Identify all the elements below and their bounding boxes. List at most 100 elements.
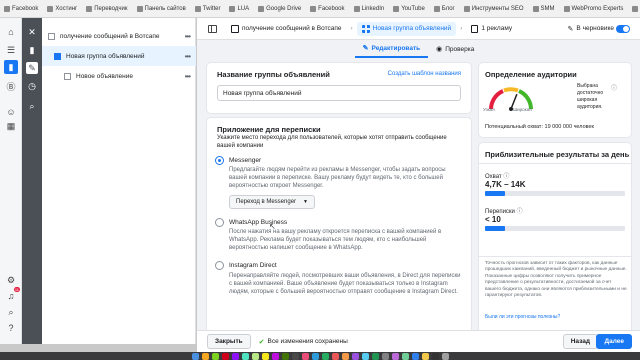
- bookmark-item[interactable]: Инструменты SEO: [463, 5, 524, 12]
- adset-toggle[interactable]: [616, 25, 630, 33]
- tab-preview[interactable]: ◉ Проверка: [428, 40, 482, 58]
- reach-value: 4,7K – 14K: [485, 180, 526, 189]
- more-icon[interactable]: •••: [185, 32, 191, 41]
- info-icon[interactable]: ⓘ: [517, 209, 523, 215]
- home-icon[interactable]: ⌂: [5, 26, 17, 38]
- dock-app-icon[interactable]: [421, 353, 429, 360]
- more-icon[interactable]: •••: [185, 52, 191, 61]
- create-name-template-link[interactable]: Создать шаблон названия: [388, 71, 461, 77]
- chart-icon[interactable]: ▮: [4, 60, 18, 74]
- bookmark-label: WebPromo Experts: [571, 5, 624, 12]
- dock-app-icon[interactable]: [261, 353, 269, 360]
- bookmark-label: Facebook: [12, 5, 39, 12]
- tree-item-label: Новая группа объявлений: [66, 52, 145, 60]
- bookmark-item[interactable]: Хостинг: [47, 5, 77, 12]
- dock-app-icon[interactable]: [291, 353, 299, 360]
- breadcrumb-campaign[interactable]: получение сообщений в Вотсапе: [226, 22, 346, 36]
- bookmark-item[interactable]: WebPromo Experts: [563, 5, 624, 12]
- tree-item-label: получение сообщений в Вотсапе: [60, 32, 160, 40]
- menu-icon[interactable]: ☰: [5, 44, 17, 56]
- dock-app-icon[interactable]: [281, 353, 289, 360]
- save-status: Все изменения сохранены: [267, 338, 348, 345]
- forecast-feedback-link[interactable]: Были ли эти прогнозы полезны?: [485, 314, 560, 320]
- bookmark-label: LinkedIn: [361, 5, 385, 12]
- dock-app-icon[interactable]: [391, 353, 399, 360]
- bookmark-item[interactable]: Панель сайтов: [136, 5, 186, 12]
- grid-icon[interactable]: ▦: [5, 120, 17, 132]
- notifications-icon[interactable]: ♫ 11: [5, 287, 20, 302]
- bookmark-item[interactable]: Google Диск: [632, 5, 640, 12]
- whatsapp-radio[interactable]: [215, 218, 224, 227]
- close-button[interactable]: Закрыть: [207, 334, 251, 349]
- clock-icon[interactable]: ◷: [26, 80, 38, 92]
- dock-app-icon[interactable]: [271, 353, 279, 360]
- dock-app-icon[interactable]: [221, 353, 229, 360]
- dock-app-icon[interactable]: [191, 353, 199, 360]
- messenger-radio[interactable]: [215, 156, 224, 165]
- bookmark-item[interactable]: Facebook: [310, 5, 345, 12]
- bookmark-item[interactable]: Блог: [433, 5, 455, 12]
- back-button[interactable]: Назад: [562, 334, 598, 349]
- campaign-checkbox[interactable]: [48, 32, 55, 40]
- dock-app-icon[interactable]: [411, 353, 419, 360]
- settings-icon[interactable]: ⚙: [5, 274, 17, 286]
- messenger-destination-dropdown[interactable]: Переход в Messenger ▼: [229, 195, 315, 209]
- bookmark-item[interactable]: SMM: [532, 5, 555, 12]
- bookmark-favicon-icon: [563, 5, 570, 12]
- tree-item-campaign[interactable]: получение сообщений в Вотсапе •••: [42, 26, 196, 46]
- instagram-radio[interactable]: [215, 261, 224, 270]
- ad-checkbox[interactable]: [64, 72, 71, 80]
- adset-name-input[interactable]: Новая группа объявлений: [217, 85, 461, 101]
- dock-app-icon[interactable]: [401, 353, 409, 360]
- adset-checkbox[interactable]: [54, 52, 61, 60]
- dock-app-icon[interactable]: [251, 353, 259, 360]
- dock-app-icon[interactable]: [441, 353, 449, 360]
- bookmark-favicon-icon: [310, 5, 317, 12]
- pencil-icon: ✎: [567, 25, 574, 33]
- bookmark-item[interactable]: Google Drive: [258, 5, 301, 12]
- tree-item-adset[interactable]: Новая группа объявлений •••: [42, 46, 196, 66]
- bookmark-item[interactable]: Facebook: [4, 5, 39, 12]
- dock-app-icon[interactable]: [381, 353, 389, 360]
- bookmark-item[interactable]: Переводчик: [86, 5, 128, 12]
- info-icon[interactable]: ⓘ: [611, 83, 617, 92]
- breadcrumb-adset[interactable]: Новая группа объявлений: [356, 21, 457, 36]
- bookmark-item[interactable]: LUA: [229, 5, 249, 12]
- bookmark-label: SMM: [540, 5, 555, 12]
- dock-app-icon[interactable]: [201, 353, 209, 360]
- bookmark-item[interactable]: Twitter: [194, 5, 220, 12]
- dock-app-icon[interactable]: [331, 353, 339, 360]
- dock-app-icon[interactable]: [211, 353, 219, 360]
- bookmark-label: Переводчик: [94, 5, 128, 12]
- more-icon[interactable]: •••: [185, 72, 191, 81]
- dock-app-icon[interactable]: [361, 353, 369, 360]
- search-icon[interactable]: ⌕: [5, 306, 17, 318]
- chart-icon[interactable]: ▮: [26, 44, 38, 56]
- bookmark-item[interactable]: YouTube: [393, 5, 425, 12]
- breadcrumb-ad[interactable]: 1 рекламу: [466, 22, 517, 36]
- dock-app-icon[interactable]: [231, 353, 239, 360]
- dock-app-icon[interactable]: [241, 353, 249, 360]
- account-b-icon[interactable]: Ⓑ: [5, 80, 17, 92]
- zoom-icon[interactable]: ⌕: [26, 100, 38, 112]
- dock-app-icon[interactable]: [311, 353, 319, 360]
- layout-toggle-icon[interactable]: [208, 24, 217, 33]
- bookmark-item[interactable]: LinkedIn: [353, 5, 385, 12]
- dock-app-icon[interactable]: [351, 353, 359, 360]
- bookmark-favicon-icon: [194, 5, 201, 12]
- dock-app-icon[interactable]: [431, 353, 439, 360]
- dock-app-icon[interactable]: [341, 353, 349, 360]
- dock-app-icon[interactable]: [371, 353, 379, 360]
- tree-item-label: Новое объявление: [76, 72, 133, 80]
- help-icon[interactable]: ?: [5, 322, 17, 334]
- edit-icon[interactable]: ✎: [26, 62, 38, 74]
- tree-item-ad[interactable]: Новое объявление •••: [42, 66, 196, 86]
- dock-app-icon[interactable]: [301, 353, 309, 360]
- bookmark-label: Панель сайтов: [144, 5, 186, 12]
- conversations-bar: [485, 226, 625, 231]
- smiley-icon[interactable]: ☺: [5, 106, 17, 118]
- close-icon[interactable]: ✕: [26, 26, 38, 38]
- next-button[interactable]: Далее: [596, 334, 632, 349]
- tab-edit[interactable]: ✎ Редактировать: [354, 40, 429, 58]
- dock-app-icon[interactable]: [321, 353, 329, 360]
